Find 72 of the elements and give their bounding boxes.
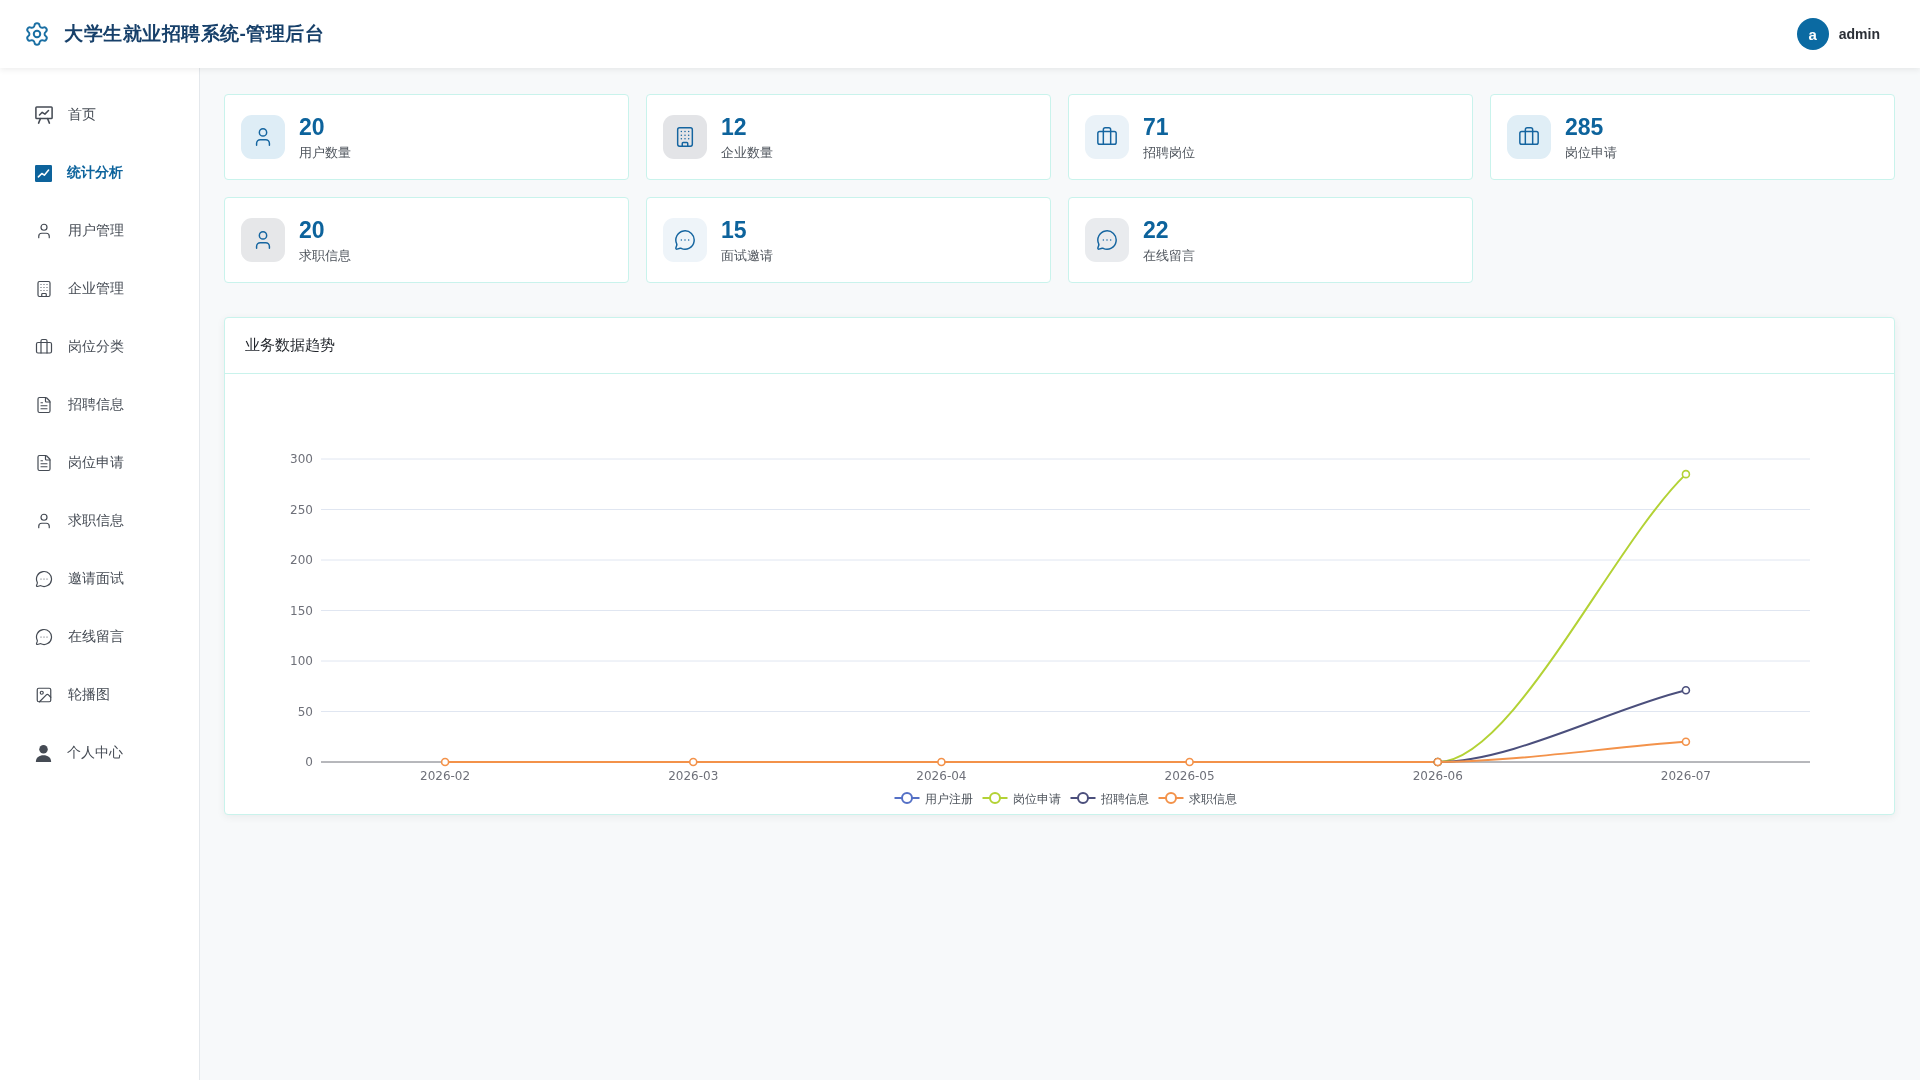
sidebar-item[interactable]: 轮播图 (0, 666, 199, 724)
image-icon (35, 686, 53, 704)
x-axis-label: 2026-06 (1412, 769, 1463, 783)
stat-value: 285 (1565, 113, 1605, 140)
y-axis-label: 150 (290, 603, 313, 618)
data-point-marker (1681, 686, 1691, 695)
sidebar-item[interactable]: 用户管理 (0, 202, 199, 260)
legend-marker-icon (1069, 792, 1097, 804)
sidebar-item[interactable]: 招聘信息 (0, 376, 199, 434)
data-point-marker (688, 757, 698, 767)
sidebar-item[interactable]: 统计分析 (0, 144, 199, 202)
sidebar-item[interactable]: 企业管理 (0, 260, 199, 318)
chat-bubble-icon (35, 628, 53, 646)
sidebar-item[interactable]: 首页 (0, 86, 199, 144)
data-point-marker (1433, 757, 1443, 767)
avatar[interactable]: a (1796, 18, 1829, 50)
stat-value: 12 (721, 113, 748, 140)
stat-label: 招聘岗位 (1143, 143, 1195, 161)
data-point-marker (440, 757, 450, 767)
x-axis-label: 2026-07 (1660, 769, 1711, 783)
sidebar-item[interactable]: 个人中心 (0, 724, 199, 782)
user-name[interactable]: admin (1838, 26, 1880, 42)
x-axis-label: 2026-05 (1164, 769, 1215, 783)
sidebar-item[interactable]: 岗位分类 (0, 318, 199, 376)
data-point-marker (937, 757, 946, 767)
stat-value: 20 (299, 216, 326, 243)
building-icon (35, 280, 53, 298)
gear-icon (24, 21, 50, 47)
legend-label[interactable]: 岗位申请 (1012, 791, 1061, 806)
document-icon (35, 454, 53, 472)
legend-marker-icon (1157, 792, 1185, 804)
stat-value: 22 (1143, 216, 1170, 243)
stat-value: 20 (299, 113, 326, 140)
y-axis-label: 200 (290, 553, 313, 567)
data-point-marker (1681, 737, 1691, 747)
panel-title: 业务数据趋势 (245, 336, 335, 355)
legend-marker-icon (981, 792, 1009, 804)
y-axis-label: 250 (290, 502, 313, 517)
data-point-marker (1681, 469, 1691, 479)
x-axis-label: 2026-02 (420, 769, 471, 783)
document-icon (35, 396, 53, 414)
x-axis-label: 2026-04 (916, 769, 967, 783)
y-axis-label: 0 (305, 755, 313, 769)
briefcase-icon (35, 338, 53, 356)
legend-label[interactable]: 求职信息 (1188, 791, 1237, 806)
user-icon (35, 512, 53, 530)
data-point-marker (1185, 757, 1194, 767)
sidebar-item[interactable]: 岗位申请 (0, 434, 199, 492)
app-title: 大学生就业招聘系统-管理后台 (64, 22, 325, 46)
user-icon (35, 222, 53, 240)
y-axis-label: 100 (290, 654, 313, 668)
y-axis-label: 300 (290, 452, 313, 466)
sidebar-item[interactable]: 求职信息 (0, 492, 199, 550)
stat-label: 求职信息 (299, 246, 351, 264)
x-axis-label: 2026-03 (668, 769, 719, 783)
sidebar-item[interactable]: 邀请面试 (0, 550, 199, 608)
legend-marker-icon (893, 792, 921, 804)
stat-label: 面试邀请 (721, 246, 773, 264)
presentation-board-icon (35, 106, 53, 124)
stat-label: 企业数量 (721, 143, 773, 161)
y-axis-label: 50 (297, 704, 313, 719)
chat-bubble-icon (35, 570, 53, 588)
stat-value: 15 (721, 216, 748, 243)
stat-label: 岗位申请 (1565, 143, 1617, 161)
legend-label[interactable]: 招聘信息 (1100, 791, 1149, 806)
sidebar-item[interactable]: 在线留言 (0, 608, 199, 666)
stat-label: 在线留言 (1143, 246, 1195, 264)
chart-icon (35, 164, 52, 182)
stat-label: 用户数量 (299, 143, 351, 161)
user-icon (35, 744, 52, 762)
legend-label[interactable]: 用户注册 (924, 791, 973, 806)
stat-value: 71 (1143, 113, 1170, 140)
